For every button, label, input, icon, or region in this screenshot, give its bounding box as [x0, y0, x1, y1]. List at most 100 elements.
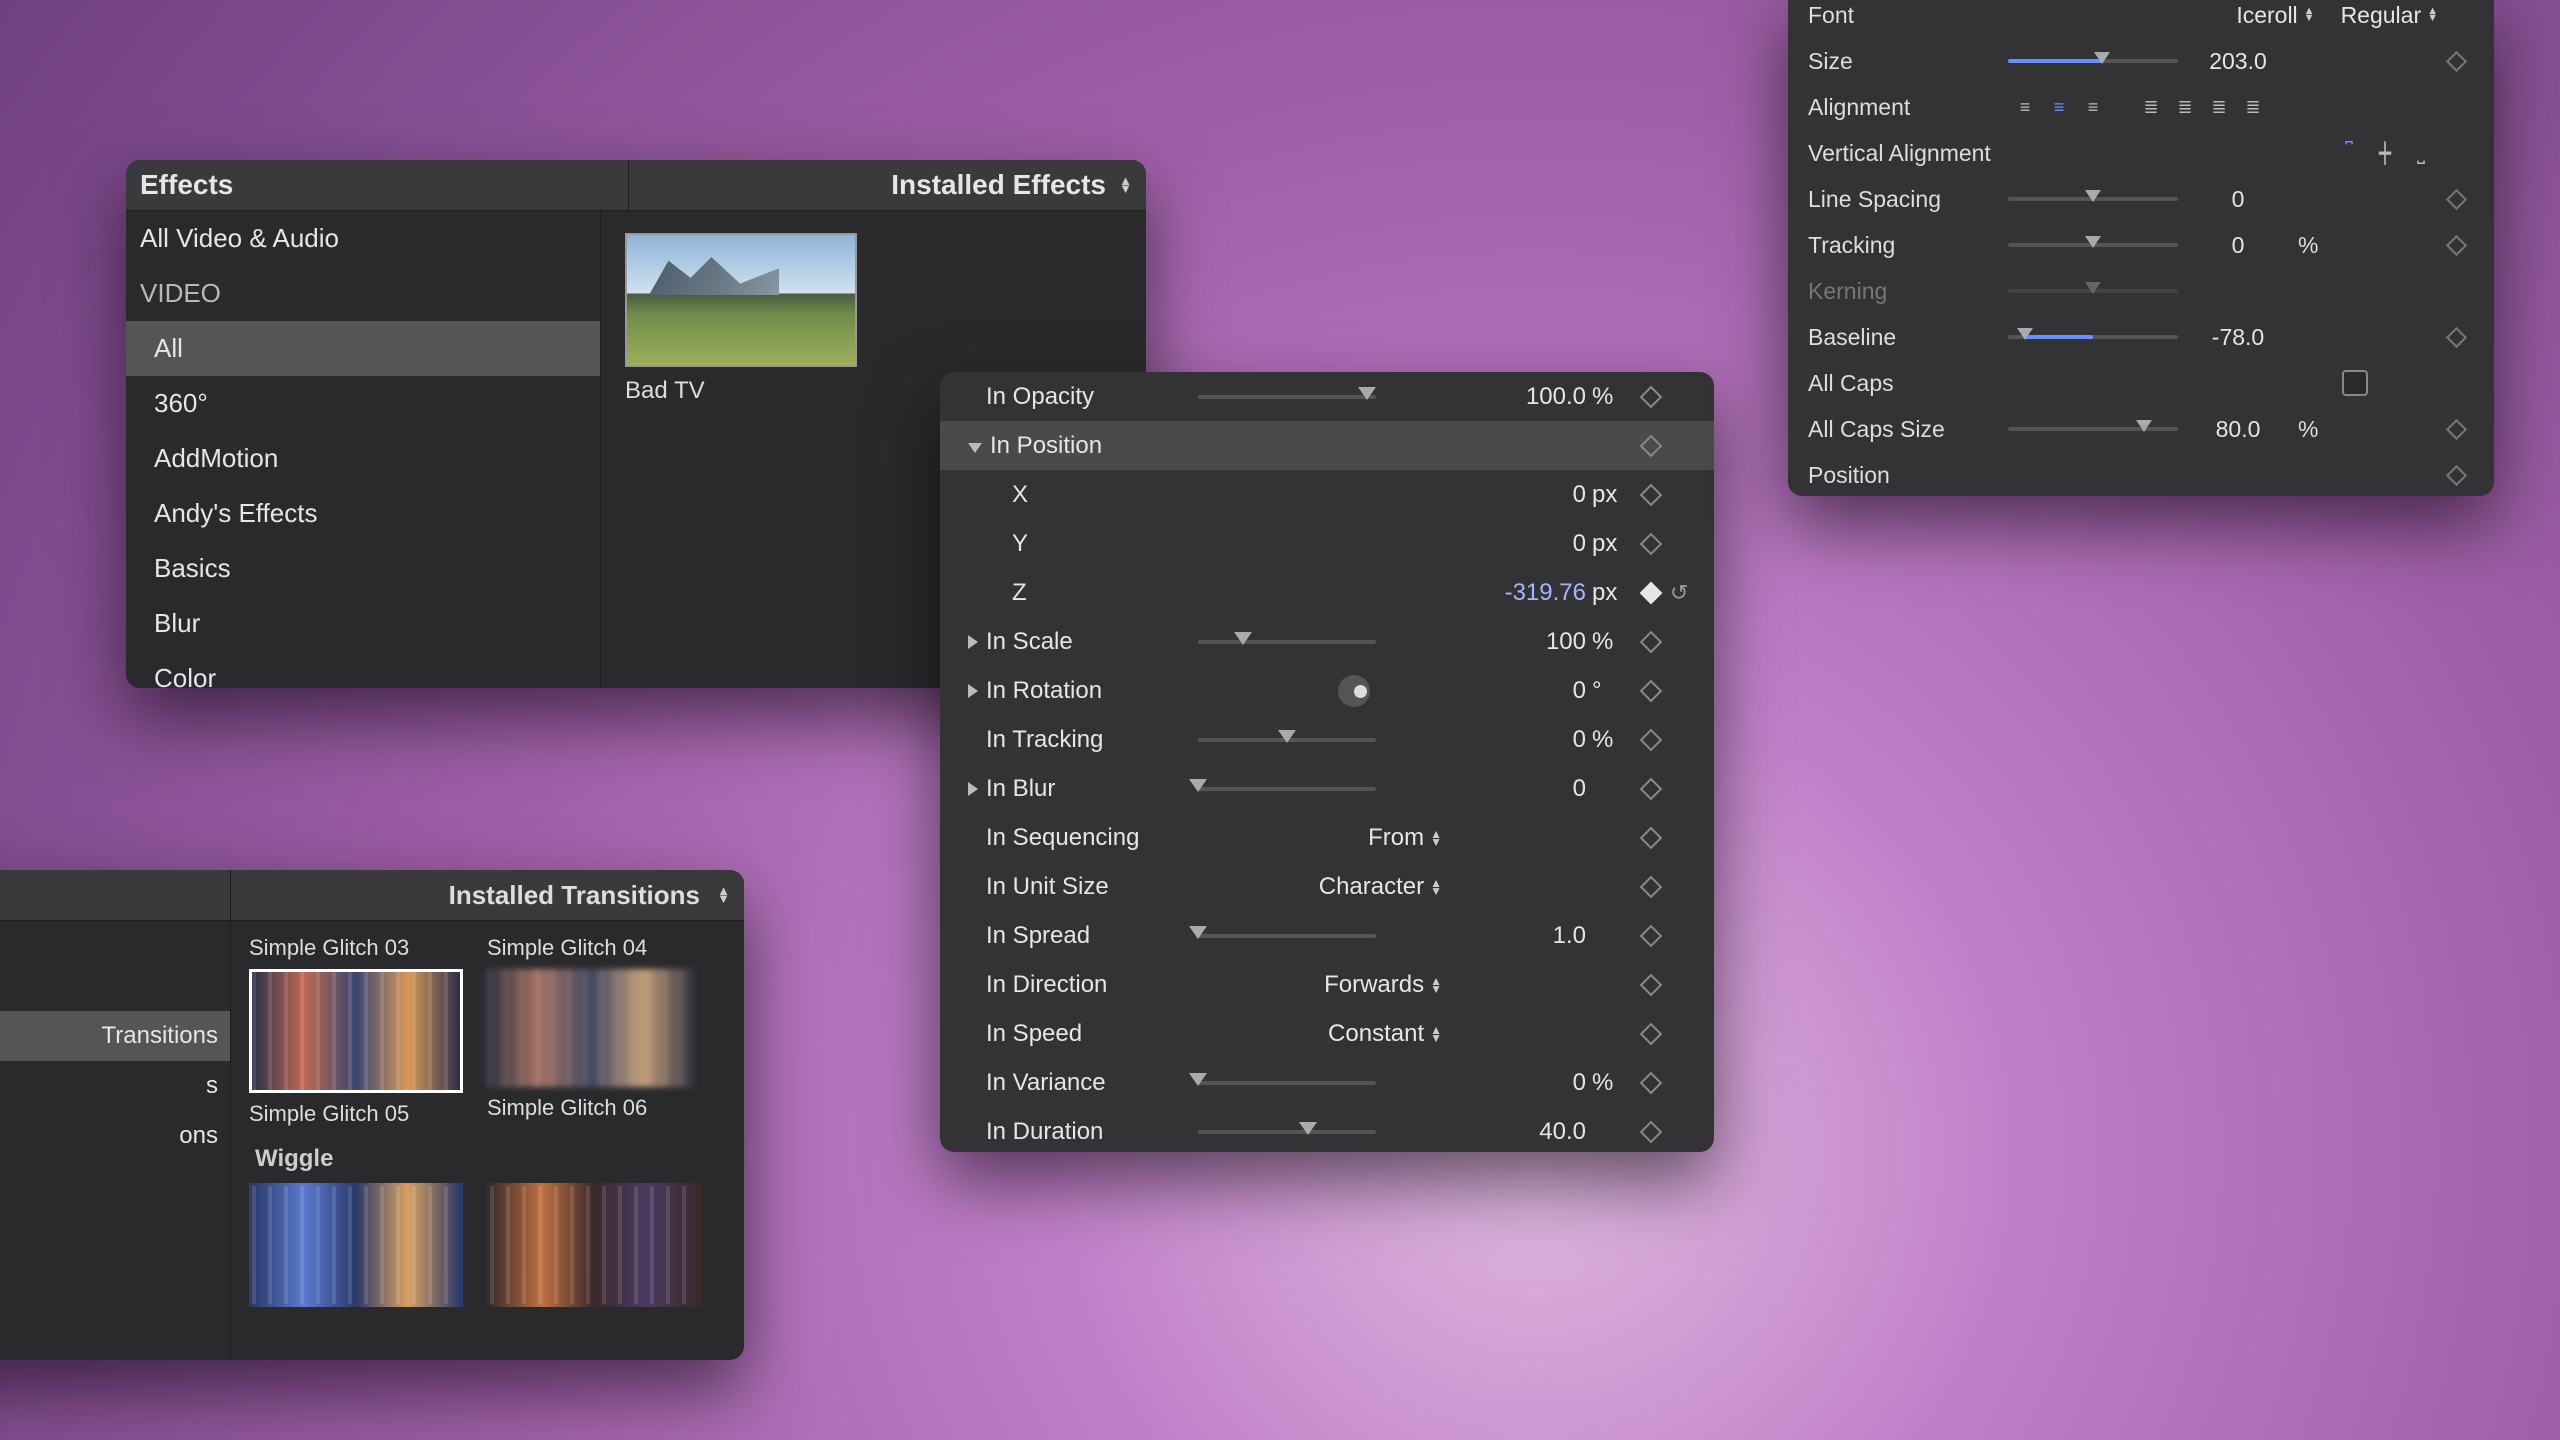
sidebar-item[interactable]: Blur — [126, 596, 600, 651]
allcaps-size-value[interactable]: 80.0 — [2178, 416, 2298, 443]
allcaps-size-slider[interactable] — [2008, 427, 2178, 431]
justify-center-button[interactable]: ≣ — [2168, 93, 2202, 121]
property-value[interactable]: 0 — [1446, 726, 1592, 754]
linespacing-slider[interactable] — [2008, 197, 2178, 201]
allcaps-size-row: All Caps Size 80.0 % — [1788, 406, 2494, 452]
tracking-value[interactable]: 0 — [2178, 232, 2298, 259]
keyframe-icon[interactable] — [2445, 464, 2466, 485]
sidebar-item[interactable]: VIDEO — [126, 266, 600, 321]
keyframe-button[interactable] — [1632, 389, 1670, 405]
sidebar-item[interactable]: ons — [0, 1111, 230, 1161]
property-value[interactable]: 40.0 — [1446, 1118, 1592, 1146]
sidebar-item[interactable]: Transitions — [0, 1011, 230, 1061]
property-value[interactable]: -319.76 — [1446, 579, 1592, 607]
property-value[interactable]: 1.0 — [1446, 922, 1592, 950]
transition-item[interactable]: Simple Glitch 03 — [249, 927, 463, 961]
transition-item[interactable] — [249, 1183, 463, 1307]
transition-item[interactable]: Simple Glitch 04 — [487, 927, 701, 961]
sidebar-item[interactable]: All — [126, 321, 600, 376]
keyframe-button[interactable] — [1632, 438, 1670, 454]
slider[interactable] — [1198, 395, 1376, 399]
sidebar-item[interactable]: Color — [126, 651, 600, 688]
keyframe-button[interactable] — [1632, 536, 1670, 552]
property-value[interactable]: 0 — [1446, 530, 1592, 558]
keyframe-button[interactable] — [1632, 977, 1670, 993]
valign-middle-button[interactable]: ┿ — [2368, 141, 2402, 166]
property-value[interactable]: 0 — [1446, 481, 1592, 509]
rotation-dial[interactable] — [1338, 675, 1370, 707]
linespacing-value[interactable]: 0 — [2178, 186, 2298, 213]
disclosure-triangle-icon[interactable] — [968, 635, 978, 649]
transition-item[interactable]: Simple Glitch 06 — [487, 969, 701, 1127]
sidebar-item[interactable]: All Video & Audio — [126, 211, 600, 266]
keyframe-button[interactable] — [1632, 928, 1670, 944]
baseline-slider[interactable] — [2008, 335, 2178, 339]
slider[interactable] — [1198, 787, 1376, 791]
keyframe-button[interactable] — [1632, 585, 1670, 601]
slider[interactable] — [1198, 934, 1376, 938]
keyframe-button[interactable] — [1632, 683, 1670, 699]
property-value[interactable]: 100 — [1446, 628, 1592, 656]
slider[interactable] — [1198, 1130, 1376, 1134]
property-value[interactable]: 0 — [1446, 775, 1592, 803]
keyframe-button[interactable] — [1632, 1124, 1670, 1140]
slider[interactable] — [1198, 1081, 1376, 1085]
size-slider[interactable] — [2008, 59, 2178, 63]
property-control: Character▲▼ — [1198, 873, 1452, 901]
sidebar-item[interactable]: Andy's Effects — [126, 486, 600, 541]
sidebar-item[interactable]: s — [0, 1061, 230, 1111]
dropdown[interactable]: Character▲▼ — [1319, 873, 1442, 901]
transition-thumbnail — [249, 969, 463, 1093]
keyframe-button[interactable] — [1632, 487, 1670, 503]
effect-item[interactable]: Bad TV — [625, 233, 857, 405]
disclosure-triangle-icon[interactable] — [968, 443, 982, 453]
slider[interactable] — [1198, 738, 1376, 742]
justify-full-button[interactable]: ≣ — [2236, 93, 2270, 121]
keyframe-button[interactable] — [1632, 1075, 1670, 1091]
keyframe-button[interactable] — [1632, 879, 1670, 895]
kerning-slider — [2008, 289, 2178, 293]
sidebar-item[interactable]: AddMotion — [126, 431, 600, 486]
keyframe-button[interactable] — [1632, 781, 1670, 797]
dropdown[interactable]: Constant▲▼ — [1328, 1020, 1442, 1048]
keyframe-button[interactable] — [1632, 830, 1670, 846]
property-value[interactable]: 0 — [1446, 677, 1592, 705]
tracking-slider[interactable] — [2008, 243, 2178, 247]
reset-button[interactable]: ↺ — [1670, 580, 1698, 606]
font-style-dropdown[interactable]: Regular ▲▼ — [2341, 2, 2438, 29]
size-value[interactable]: 203.0 — [2178, 48, 2298, 75]
effects-mode-dropdown[interactable]: Installed Effects ▲▼ — [629, 160, 1146, 210]
keyframe-icon[interactable] — [2445, 234, 2466, 255]
align-right-button[interactable]: ≡ — [2076, 93, 2110, 121]
align-center-button[interactable]: ≡ — [2042, 93, 2076, 121]
sidebar-item[interactable]: Basics — [126, 541, 600, 596]
effect-item-label: Bad TV — [625, 377, 857, 405]
keyframe-icon[interactable] — [2445, 188, 2466, 209]
dropdown[interactable]: Forwards▲▼ — [1324, 971, 1442, 999]
property-value[interactable]: 100.0 — [1446, 383, 1592, 411]
keyframe-button[interactable] — [1632, 732, 1670, 748]
justify-right-button[interactable]: ≣ — [2202, 93, 2236, 121]
align-left-button[interactable]: ≡ — [2008, 93, 2042, 121]
disclosure-triangle-icon[interactable] — [968, 782, 978, 796]
valign-bottom-button[interactable]: ⎵ — [2404, 142, 2438, 165]
keyframe-button[interactable] — [1632, 634, 1670, 650]
keyframe-icon[interactable] — [2445, 418, 2466, 439]
property-value[interactable]: 0 — [1446, 1069, 1592, 1097]
keyframe-icon — [1640, 483, 1663, 506]
keyframe-icon[interactable] — [2445, 50, 2466, 71]
transition-item[interactable] — [487, 1183, 701, 1307]
transitions-mode-dropdown[interactable]: Installed Transitions ▲▼ — [231, 870, 744, 920]
slider[interactable] — [1198, 640, 1376, 644]
transition-item[interactable]: Simple Glitch 05 — [249, 969, 463, 1127]
baseline-value[interactable]: -78.0 — [2178, 324, 2298, 351]
dropdown[interactable]: From▲▼ — [1368, 824, 1442, 852]
valign-top-button[interactable]: ⎴ — [2332, 142, 2366, 165]
font-family-dropdown[interactable]: Iceroll ▲▼ — [2236, 2, 2314, 29]
disclosure-triangle-icon[interactable] — [968, 684, 978, 698]
keyframe-button[interactable] — [1632, 1026, 1670, 1042]
keyframe-icon[interactable] — [2445, 326, 2466, 347]
sidebar-item[interactable]: 360° — [126, 376, 600, 431]
justify-left-button[interactable]: ≣ — [2134, 93, 2168, 121]
allcaps-checkbox[interactable] — [2342, 370, 2368, 396]
